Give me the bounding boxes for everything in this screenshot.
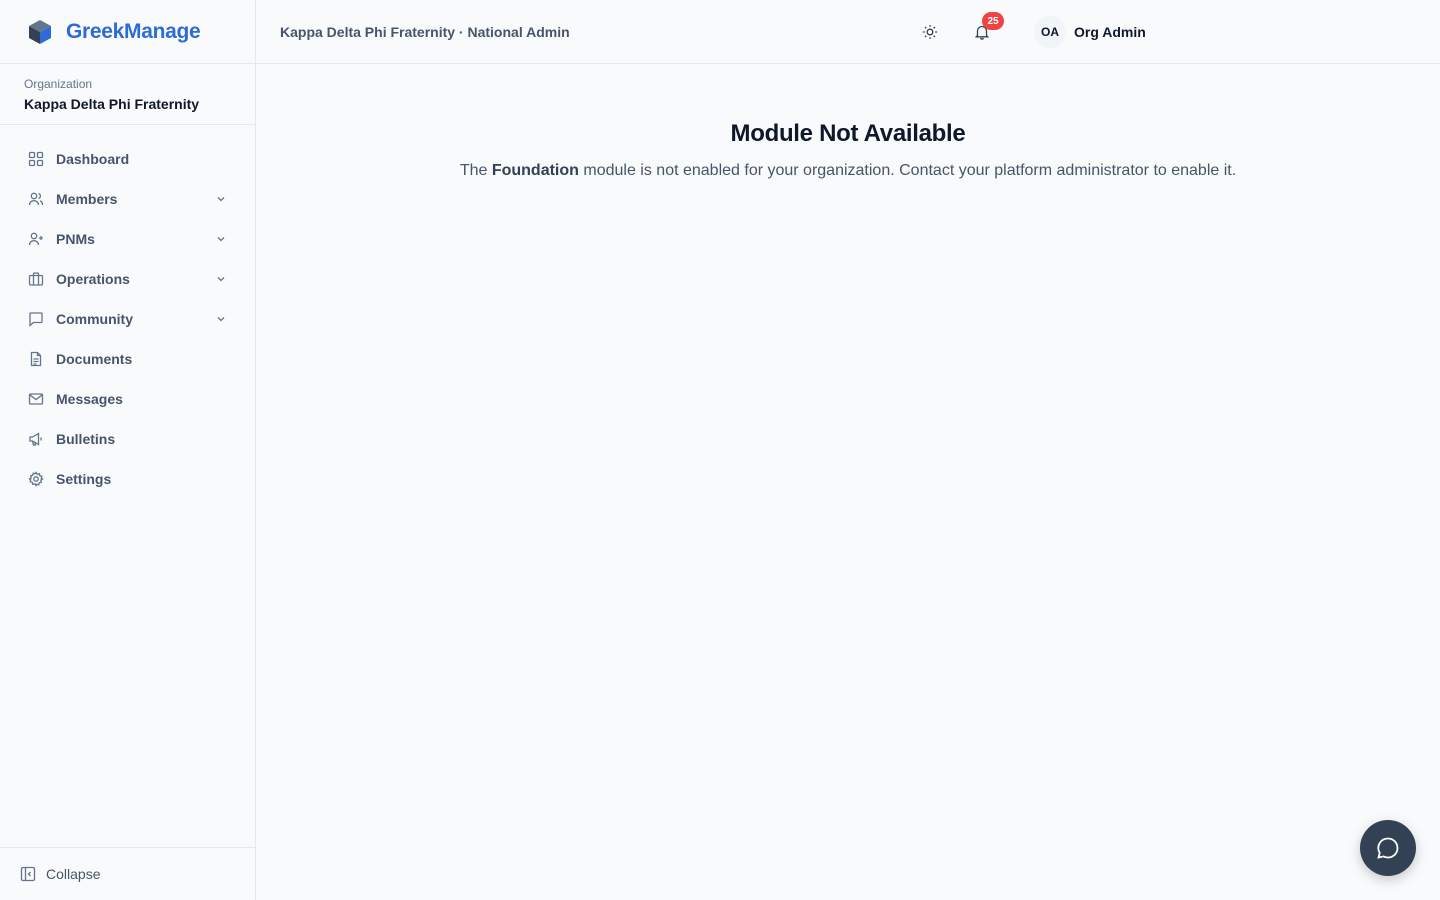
logo-cube-icon [29,19,51,44]
sidebar-item-label: Members [56,191,118,207]
users-icon [28,192,44,206]
user-plus-icon [28,232,43,246]
sidebar-item-bulletins[interactable]: Bulletins [0,419,255,459]
theme-toggle-button[interactable] [918,20,942,44]
main-content: Module Not Available The Foundation modu… [256,64,1440,900]
megaphone-icon [29,432,42,446]
sidebar-item-settings[interactable]: Settings [0,459,255,499]
organization-name: Kappa Delta Phi Fraternity [24,96,200,112]
dashboard-icon [28,151,44,167]
sidebar-item-operations[interactable]: Operations [0,259,255,299]
sidebar-item-label: Documents [56,351,133,367]
chevron-down-icon [217,277,225,282]
chat-support-button[interactable] [1360,820,1416,876]
module-unavailable-title: Module Not Available [730,120,966,147]
chevron-down-icon [217,197,225,202]
brand[interactable]: GreekManage [0,0,255,64]
module-unavailable-message: The Foundation module is not enabled for… [256,162,1440,180]
module-name: Foundation [491,162,579,179]
sun-icon [923,25,937,39]
sidebar: GreekManage Organization Kappa Delta Phi… [0,0,256,900]
sidebar-item-label: Dashboard [56,151,130,167]
collapse-button[interactable]: Collapse [0,847,255,900]
sidebar-item-members[interactable]: Members [0,179,255,219]
sidebar-item-label: Bulletins [56,431,116,447]
gear-icon [28,471,44,487]
user-name: Org Admin [1074,24,1146,40]
avatar: OA [1034,16,1066,48]
sidebar-item-documents[interactable]: Documents [0,339,255,379]
sidebar-nav: Dashboard Members PNMs Operations Commun… [0,125,255,499]
document-icon [30,351,42,367]
chevron-down-icon [217,317,225,322]
briefcase-icon [28,272,44,286]
brand-name: GreekManage [66,19,201,43]
mail-icon [28,393,44,405]
sidebar-item-label: Settings [56,471,112,487]
organization-label: Organization [24,77,93,91]
sidebar-item-label: Community [56,311,133,327]
sidebar-item-community[interactable]: Community [0,299,255,339]
sidebar-item-messages[interactable]: Messages [0,379,255,419]
message-prefix: The [459,162,492,179]
notification-count-badge: 25 [982,12,1004,30]
chat-bubble-icon [1377,837,1399,859]
top-bar: Kappa Delta Phi Fraternity · National Ad… [256,0,1440,64]
message-suffix: module is not enabled for your organizat… [578,162,1237,179]
user-menu[interactable]: OA Org Admin [1034,16,1146,48]
organization-block: Organization Kappa Delta Phi Fraternity [0,64,255,125]
collapse-label: Collapse [46,866,101,882]
sidebar-item-label: PNMs [56,231,95,247]
page-context-title: Kappa Delta Phi Fraternity · National Ad… [280,23,570,40]
chevron-down-icon [217,237,225,242]
sidebar-collapse-icon [20,866,36,882]
chat-icon [29,312,43,327]
sidebar-item-label: Messages [56,391,123,407]
sidebar-item-pnms[interactable]: PNMs [0,219,255,259]
sidebar-item-label: Operations [56,271,130,287]
sidebar-item-dashboard[interactable]: Dashboard [0,139,255,179]
